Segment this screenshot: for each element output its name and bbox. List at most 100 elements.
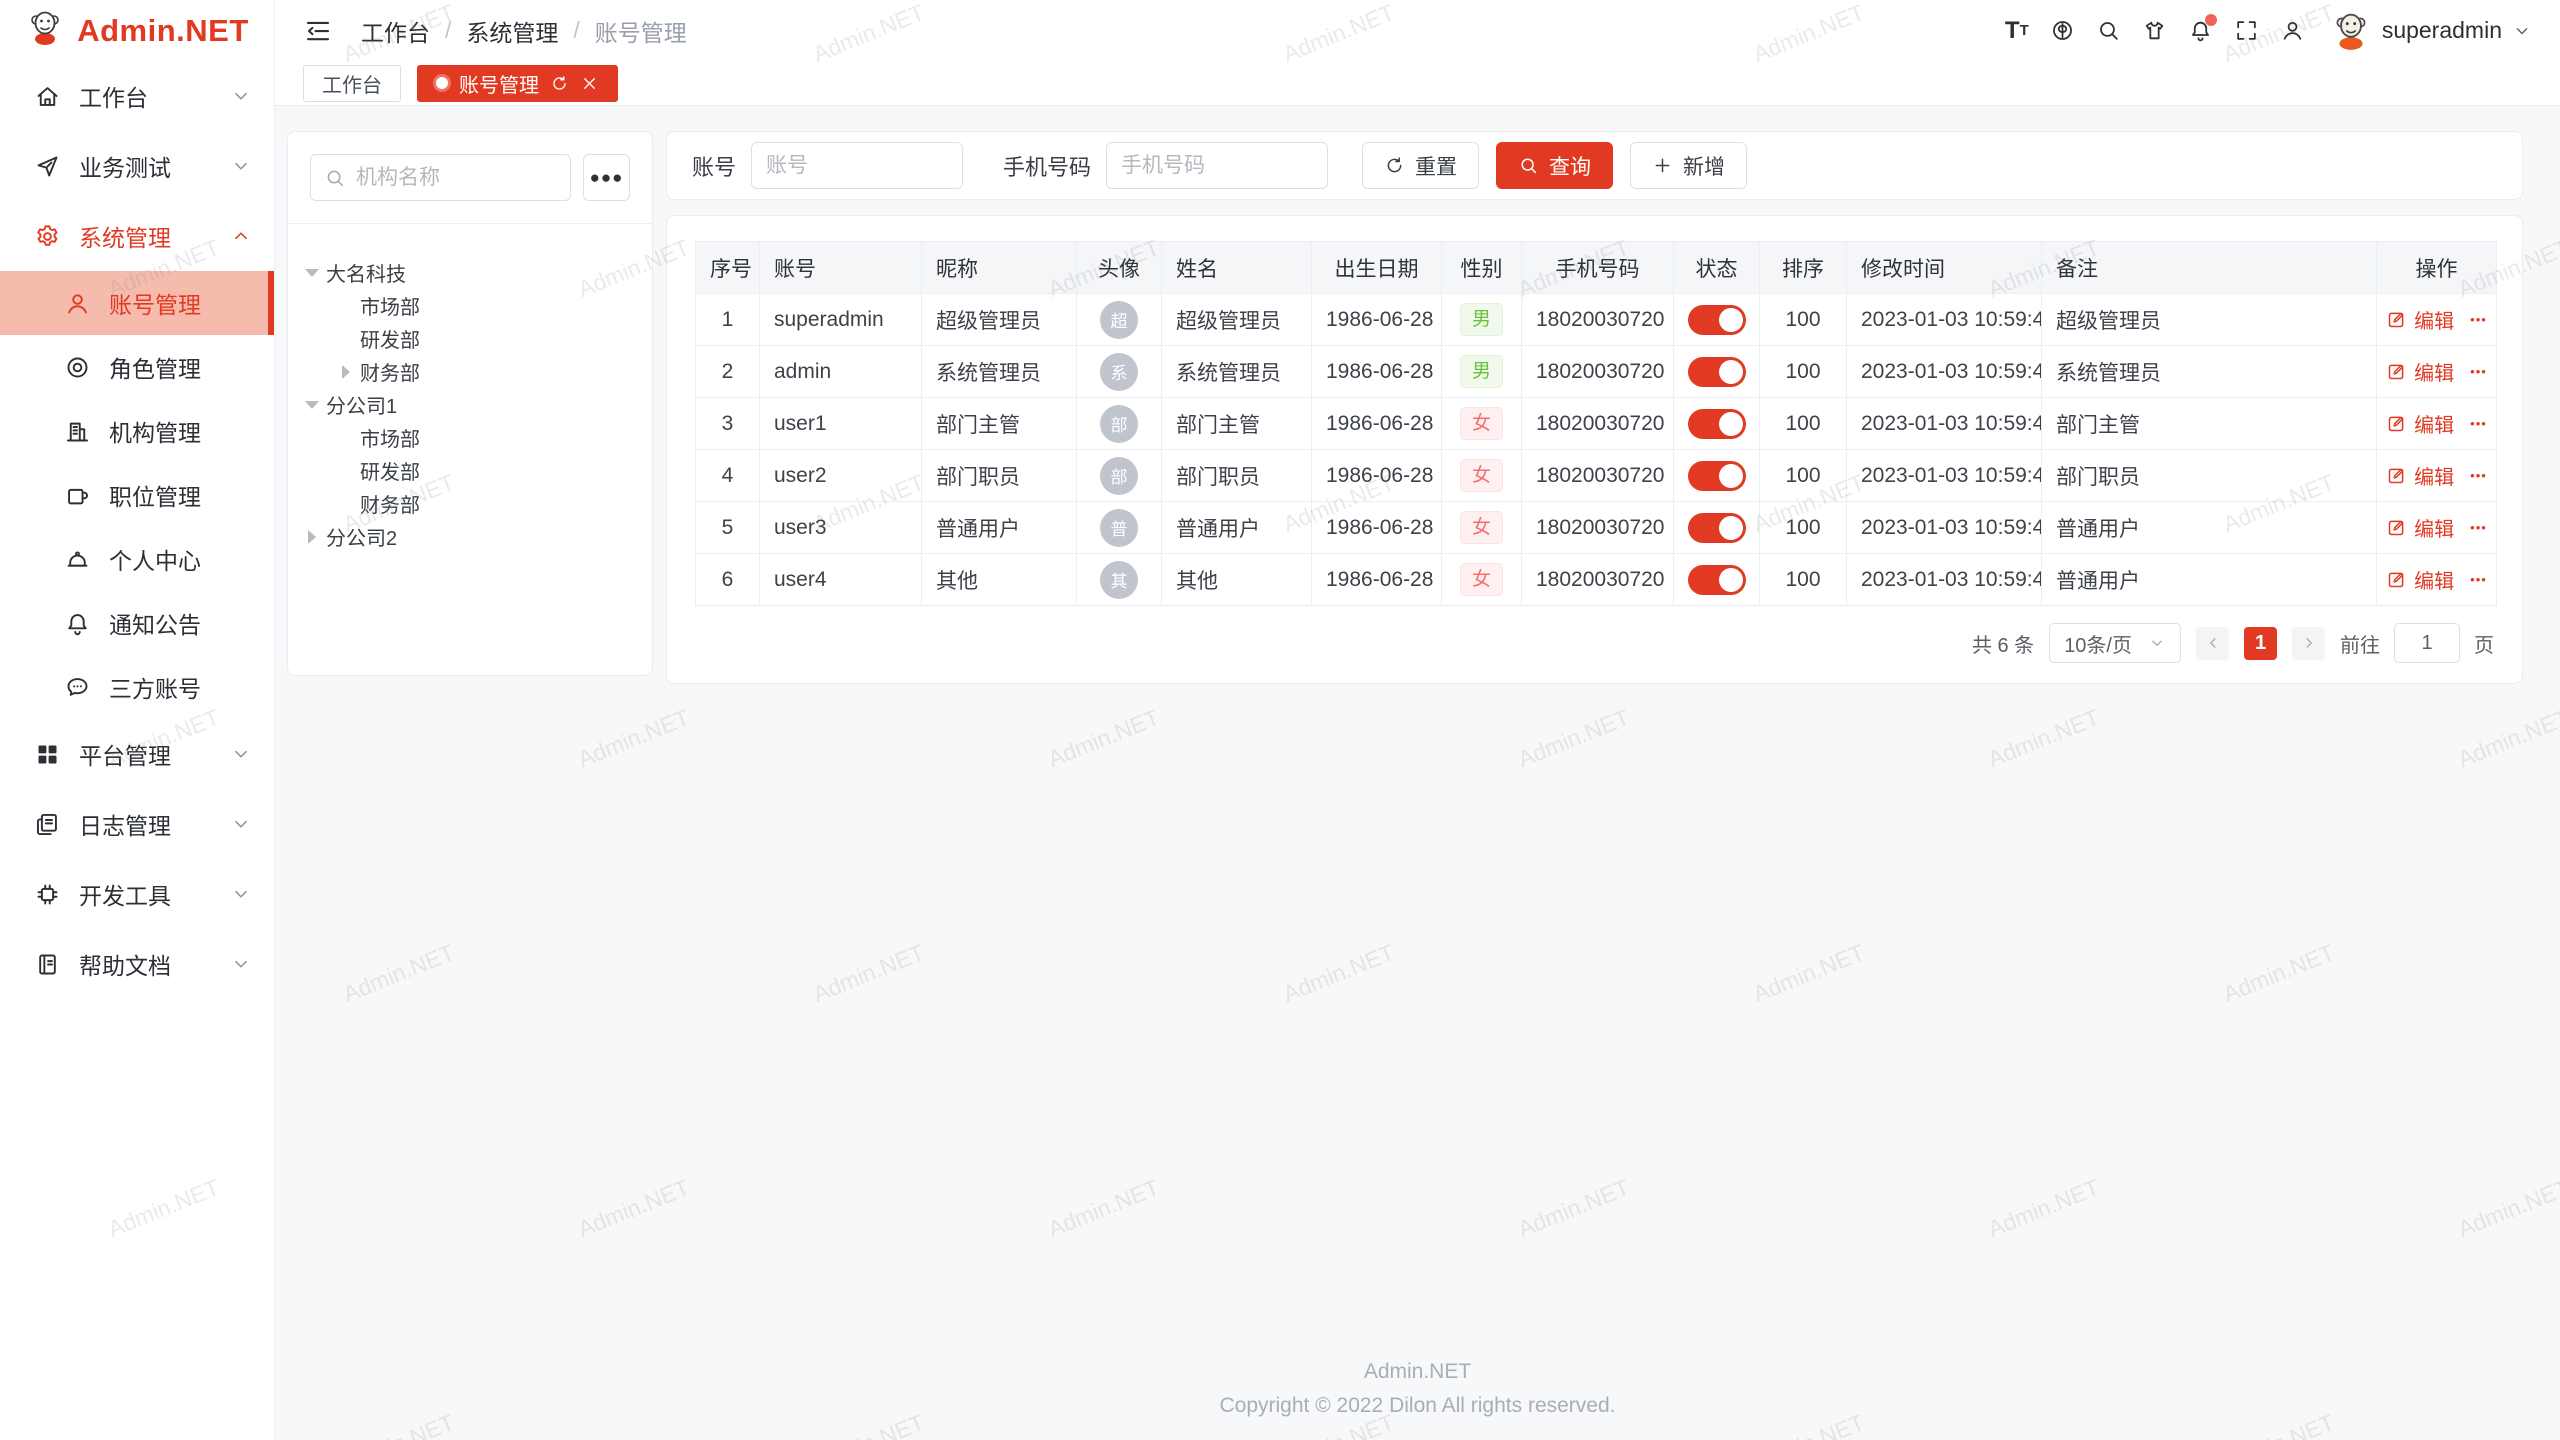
cell-name: 超级管理员 <box>1162 294 1312 346</box>
edit-button[interactable]: 编辑 <box>2386 305 2454 334</box>
status-toggle[interactable] <box>1688 565 1746 595</box>
sidebar-item-4[interactable]: 角色管理 <box>0 335 274 399</box>
sidebar-item-3[interactable]: 账号管理 <box>0 271 274 335</box>
tab-account-management[interactable]: 账号管理 <box>417 65 618 102</box>
next-page-button[interactable] <box>2292 627 2325 660</box>
tab-close-icon[interactable] <box>580 74 599 93</box>
tree-node-5[interactable]: 市场部 <box>298 421 642 454</box>
search-icon <box>324 167 346 189</box>
goto-page-input[interactable] <box>2394 623 2460 663</box>
page-number-button[interactable]: 1 <box>2244 627 2277 660</box>
column-header-seq: 序号 <box>696 242 760 294</box>
sidebar-item-8[interactable]: 通知公告 <box>0 591 274 655</box>
tree-node-8[interactable]: 分公司2 <box>298 520 642 553</box>
sidebar-item-5[interactable]: 机构管理 <box>0 399 274 463</box>
cell-remark: 超级管理员 <box>2042 294 2377 346</box>
status-toggle[interactable] <box>1688 305 1746 335</box>
tree-caret-icon[interactable] <box>298 527 326 547</box>
theme-icon[interactable] <box>2132 8 2178 54</box>
edit-icon <box>2386 413 2407 434</box>
edit-button[interactable]: 编辑 <box>2386 565 2454 594</box>
tree-node-4[interactable]: 分公司1 <box>298 388 642 421</box>
search-button[interactable]: 查询 <box>1496 142 1613 189</box>
sidebar-item-1[interactable]: 业务测试 <box>0 131 274 201</box>
cell-modified: 2023-01-03 10:59:44 <box>1847 346 2042 398</box>
chevron-down-icon <box>230 883 252 905</box>
tree-caret-icon[interactable] <box>332 362 360 382</box>
cell-gender: 女 <box>1442 450 1522 502</box>
tree-node-6[interactable]: 研发部 <box>298 454 642 487</box>
breadcrumb-item[interactable]: 系统管理 <box>466 14 558 48</box>
edit-button[interactable]: 编辑 <box>2386 409 2454 438</box>
avatar: 部 <box>1100 457 1138 495</box>
more-actions-button[interactable]: ••• <box>2470 520 2487 535</box>
pagination: 共 6 条 10条/页 1 前往 页 <box>695 623 2494 663</box>
status-toggle[interactable] <box>1688 461 1746 491</box>
avatar: 其 <box>1100 561 1138 599</box>
breadcrumb-item[interactable]: 工作台 <box>361 14 430 48</box>
user-dropdown[interactable]: superadmin <box>2330 10 2532 52</box>
user-avatar <box>2330 10 2372 52</box>
phone-label: 手机号码 <box>1003 150 1091 182</box>
status-toggle[interactable] <box>1688 409 1746 439</box>
collapse-menu-icon[interactable] <box>303 16 333 46</box>
gender-tag: 男 <box>1460 355 1503 388</box>
tree-node-7[interactable]: 财务部 <box>298 487 642 520</box>
phone-input[interactable] <box>1106 142 1328 189</box>
tree-more-button[interactable]: ●●● <box>583 154 630 201</box>
more-actions-button[interactable]: ••• <box>2470 416 2487 431</box>
tree-node-label: 大名科技 <box>326 258 406 287</box>
more-actions-button[interactable]: ••• <box>2470 312 2487 327</box>
sidebar-item-6[interactable]: 职位管理 <box>0 463 274 527</box>
content: ●●● 大名科技市场部研发部财务部分公司1市场部研发部财务部分公司2 账号 手机… <box>275 106 2560 1348</box>
gender-tag: 女 <box>1460 511 1503 544</box>
sidebar: Admin.NET 工作台业务测试系统管理账号管理角色管理机构管理职位管理个人中… <box>0 0 275 1440</box>
tab-refresh-icon[interactable] <box>550 74 569 93</box>
cell-ops: 编辑 ••• <box>2377 346 2497 398</box>
more-actions-button[interactable]: ••• <box>2470 572 2487 587</box>
status-toggle[interactable] <box>1688 357 1746 387</box>
edit-button[interactable]: 编辑 <box>2386 461 2454 490</box>
cell-modified: 2023-01-03 10:59:44 <box>1847 502 2042 554</box>
tree-node-1[interactable]: 市场部 <box>298 289 642 322</box>
sidebar-item-2[interactable]: 系统管理 <box>0 201 274 271</box>
table-row-4: 5user3普通用户普普通用户1986-06-28女18020030720100… <box>696 502 2497 554</box>
tree-node-3[interactable]: 财务部 <box>298 355 642 388</box>
sidebar-item-0[interactable]: 工作台 <box>0 61 274 131</box>
org-search-input[interactable] <box>356 166 557 190</box>
gender-tag: 女 <box>1460 459 1503 492</box>
tree-caret-icon[interactable] <box>298 263 326 283</box>
edit-icon <box>2386 361 2407 382</box>
sidebar-item-7[interactable]: 个人中心 <box>0 527 274 591</box>
more-actions-button[interactable]: ••• <box>2470 364 2487 379</box>
cell-sort: 100 <box>1760 398 1847 450</box>
cell-sort: 100 <box>1760 450 1847 502</box>
status-toggle[interactable] <box>1688 513 1746 543</box>
notification-bell-icon[interactable] <box>2178 8 2224 54</box>
sidebar-item-13[interactable]: 帮助文档 <box>0 929 274 999</box>
sidebar-item-10[interactable]: 平台管理 <box>0 719 274 789</box>
tab-workbench[interactable]: 工作台 <box>303 65 401 102</box>
add-button[interactable]: 新增 <box>1630 142 1747 189</box>
more-actions-button[interactable]: ••• <box>2470 468 2487 483</box>
sidebar-item-11[interactable]: 日志管理 <box>0 789 274 859</box>
profile-link-icon[interactable] <box>2270 8 2316 54</box>
tree-node-2[interactable]: 研发部 <box>298 322 642 355</box>
tree-node-0[interactable]: 大名科技 <box>298 256 642 289</box>
language-icon[interactable] <box>2040 8 2086 54</box>
edit-button[interactable]: 编辑 <box>2386 513 2454 542</box>
sidebar-item-12[interactable]: 开发工具 <box>0 859 274 929</box>
tree-caret-icon[interactable] <box>298 395 326 415</box>
fullscreen-icon[interactable] <box>2224 8 2270 54</box>
theme-icon <box>2142 18 2167 43</box>
prev-page-button[interactable] <box>2196 627 2229 660</box>
page-size-select[interactable]: 10条/页 <box>2049 623 2181 663</box>
account-input[interactable] <box>751 142 963 189</box>
font-size-icon[interactable]: TT <box>1994 8 2040 54</box>
goto-label: 前往 <box>2340 629 2380 658</box>
search-icon[interactable] <box>2086 8 2132 54</box>
sidebar-item-9[interactable]: 三方账号 <box>0 655 274 719</box>
reset-button[interactable]: 重置 <box>1362 142 1479 189</box>
cell-name: 系统管理员 <box>1162 346 1312 398</box>
edit-button[interactable]: 编辑 <box>2386 357 2454 386</box>
